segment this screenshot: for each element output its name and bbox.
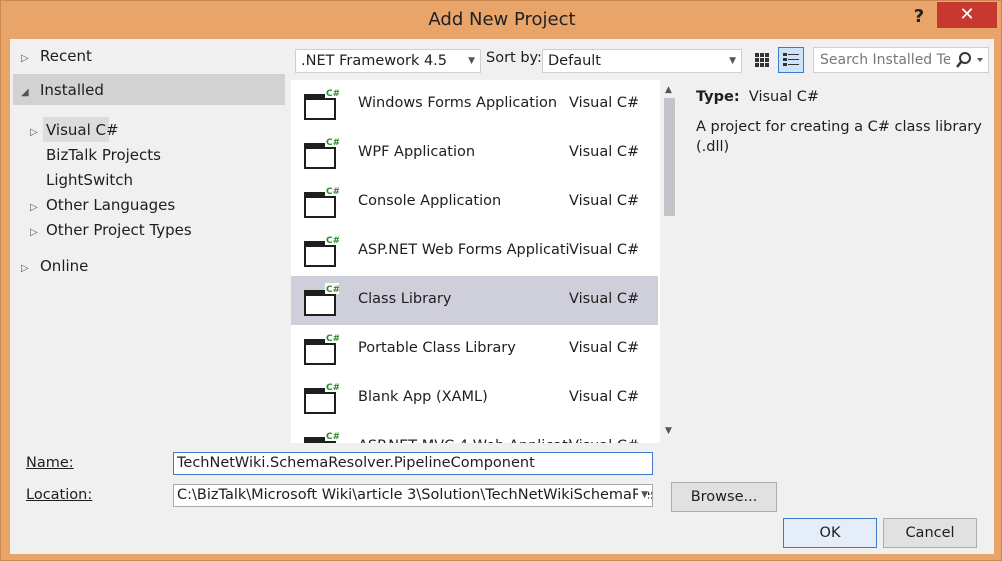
search-input[interactable]: Search Installed Templates xyxy=(813,47,989,73)
medium-icons-view-button[interactable] xyxy=(749,47,775,73)
help-button[interactable]: ? xyxy=(906,4,932,30)
framework-select[interactable]: .NET Framework 4.5 ▼ xyxy=(295,49,481,73)
web-forms-icon: C# xyxy=(303,234,340,270)
tree-item-visual-csharp[interactable]: ▷ Visual C# xyxy=(30,118,119,142)
template-item[interactable]: C# Portable Class Library Visual C# xyxy=(291,325,658,374)
portable-class-library-icon: C# xyxy=(303,332,340,368)
title-bar: Add New Project ? ✕ xyxy=(1,1,1002,39)
svg-text:C#: C# xyxy=(326,236,339,246)
scrollbar-thumb[interactable] xyxy=(664,98,675,216)
search-icon xyxy=(956,52,983,68)
expand-right-icon[interactable]: ▷ xyxy=(21,257,35,281)
tree-item-installed[interactable]: ◢ Installed xyxy=(21,78,104,102)
collapse-down-icon[interactable]: ◢ xyxy=(21,81,35,105)
template-type: Visual C# xyxy=(569,144,640,160)
template-name: WPF Application xyxy=(358,144,476,160)
windows-forms-icon: C# xyxy=(303,87,340,123)
template-item[interactable]: C# Blank App (XAML) Visual C# xyxy=(291,374,658,423)
dialog-window: Add New Project ? ✕ ▷ Recent ◢ Installed ▷… xyxy=(0,0,1002,561)
template-type: Visual C# xyxy=(569,340,640,356)
class-library-icon: C# xyxy=(303,283,340,319)
tree-item-other-languages[interactable]: ▷ Other Languages xyxy=(30,193,175,217)
svg-text:C#: C# xyxy=(326,432,339,442)
blank-app-icon: C# xyxy=(303,381,340,417)
expand-right-icon[interactable]: ▷ xyxy=(30,196,44,220)
tree-item-biztalk-projects[interactable]: BizTalk Projects xyxy=(46,143,161,167)
svg-text:C#: C# xyxy=(326,138,339,148)
template-type: Visual C# xyxy=(569,291,640,307)
svg-text:C#: C# xyxy=(326,285,339,295)
template-type: Visual C# xyxy=(569,193,640,209)
tree-item-other-project-types[interactable]: ▷ Other Project Types xyxy=(30,218,192,242)
template-tree: ▷ Recent ◢ Installed ▷ Visual C# BizTalk Pr… xyxy=(10,39,290,443)
template-item[interactable]: C# Windows Forms Application Visual C# xyxy=(291,80,658,129)
cancel-button[interactable]: Cancel xyxy=(883,518,977,548)
window-title: Add New Project xyxy=(428,9,576,30)
name-field[interactable]: TechNetWiki.SchemaResolver.PipelineCompo… xyxy=(173,452,653,475)
svg-text:C#: C# xyxy=(326,383,339,393)
list-view-icon xyxy=(783,53,799,66)
template-type: Visual C# xyxy=(569,95,640,111)
ok-button[interactable]: OK xyxy=(783,518,877,548)
template-type: Visual C# xyxy=(569,389,640,405)
expand-right-icon[interactable]: ▷ xyxy=(21,47,35,71)
svg-text:C#: C# xyxy=(326,187,339,197)
name-label: Name: xyxy=(26,455,74,471)
template-item[interactable]: C# ASP.NET Web Forms Applicati... Visual C… xyxy=(291,227,658,276)
search-icon-button[interactable] xyxy=(950,48,988,72)
grid-view-icon xyxy=(755,53,769,67)
scroll-up-icon[interactable]: ▲ xyxy=(665,85,672,95)
mvc-icon: C# xyxy=(303,430,340,444)
type-label: Type: xyxy=(696,89,740,105)
template-details: Type: Visual C# A project for creating a… xyxy=(696,89,986,157)
template-list-scrollbar[interactable]: ▲ ▼ xyxy=(661,80,678,444)
type-value: Visual C# xyxy=(748,89,820,105)
scroll-down-icon[interactable]: ▼ xyxy=(665,426,672,436)
template-name: Portable Class Library xyxy=(358,340,516,356)
tree-item-lightswitch[interactable]: LightSwitch xyxy=(46,168,133,192)
template-toolbar: .NET Framework 4.5 ▼ Sort by: Default ▼ Se… xyxy=(293,47,994,74)
template-type: Visual C# xyxy=(569,242,640,258)
browse-button[interactable]: Browse... xyxy=(671,482,777,512)
template-name: Windows Forms Application xyxy=(358,95,558,111)
dropdown-arrow-icon: ▼ xyxy=(729,56,736,66)
template-name: Console Application xyxy=(358,193,502,209)
template-description: A project for creating a C# class librar… xyxy=(696,119,982,155)
dialog-body: ▷ Recent ◢ Installed ▷ Visual C# BizTalk Pr… xyxy=(10,39,994,554)
location-label: Location: xyxy=(26,487,93,503)
template-item[interactable]: C# Class Library Visual C# xyxy=(291,276,658,325)
close-button[interactable]: ✕ xyxy=(937,2,997,28)
sort-select[interactable]: Default ▼ xyxy=(542,49,742,73)
template-list[interactable]: C# Windows Forms Application Visual C# C# WP… xyxy=(291,80,660,444)
expand-right-icon[interactable]: ▷ xyxy=(30,121,44,145)
console-icon: C# xyxy=(303,185,340,221)
tree-item-recent[interactable]: ▷ Recent xyxy=(21,44,92,68)
expand-right-icon[interactable]: ▷ xyxy=(30,221,44,245)
template-name: ASP.NET Web Forms Applicati... xyxy=(358,242,570,258)
template-name: Blank App (XAML) xyxy=(358,389,488,405)
dropdown-arrow-icon[interactable]: ▼ xyxy=(638,485,648,506)
svg-text:C#: C# xyxy=(326,89,339,99)
location-field[interactable]: C:\BizTalk\Microsoft Wiki\article 3\Solu… xyxy=(173,484,653,507)
dropdown-arrow-icon: ▼ xyxy=(468,56,475,66)
wpf-icon: C# xyxy=(303,136,340,172)
small-icons-view-button[interactable] xyxy=(778,47,804,73)
template-name: Class Library xyxy=(358,291,452,307)
template-item[interactable]: C# Console Application Visual C# xyxy=(291,178,658,227)
template-item[interactable]: C#ASP.NET MVC 4 Web Applicati...Visual C… xyxy=(291,423,658,444)
project-form: Name: TechNetWiki.SchemaResolver.Pipelin… xyxy=(10,443,994,554)
tree-item-online[interactable]: ▷ Online xyxy=(21,254,88,278)
sort-label: Sort by: xyxy=(486,50,542,66)
template-item[interactable]: C# WPF Application Visual C# xyxy=(291,129,658,178)
svg-text:C#: C# xyxy=(326,334,339,344)
